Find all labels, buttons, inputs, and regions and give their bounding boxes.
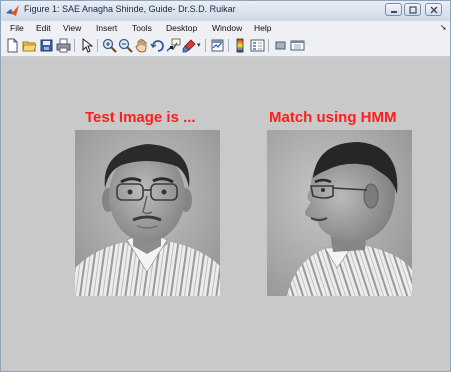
window-title: Figure 1: SAE Anagha Shinde, Guide- Dr.S… xyxy=(24,4,236,14)
close-button[interactable] xyxy=(425,3,442,16)
figure-toolbar: ▾ xyxy=(1,36,450,57)
toolbar-separator xyxy=(74,39,75,52)
new-figure-icon[interactable] xyxy=(5,38,20,53)
menu-desktop[interactable]: Desktop xyxy=(166,23,197,33)
zoom-in-icon[interactable] xyxy=(102,38,117,53)
matlab-logo-icon xyxy=(6,5,19,16)
menu-tools[interactable]: Tools xyxy=(132,23,152,33)
figure-canvas: Test Image is ... Match using HMM xyxy=(1,57,450,371)
menu-help[interactable]: Help xyxy=(254,23,271,33)
close-icon xyxy=(430,6,438,14)
rotate-3d-icon[interactable] xyxy=(150,38,165,53)
edit-plot-arrow-icon[interactable] xyxy=(79,38,94,53)
zoom-out-icon[interactable] xyxy=(118,38,133,53)
figure-window: Figure 1: SAE Anagha Shinde, Guide- Dr.S… xyxy=(0,0,451,372)
toolbar-separator xyxy=(97,39,98,52)
menu-bar: File Edit View Insert Tools Desktop Wind… xyxy=(1,21,450,36)
title-bar[interactable]: Figure 1: SAE Anagha Shinde, Guide- Dr.S… xyxy=(1,1,450,21)
matched-face-image xyxy=(267,130,412,296)
insert-legend-icon[interactable] xyxy=(250,38,265,53)
minimize-icon xyxy=(391,11,397,13)
minimize-button[interactable] xyxy=(385,3,402,16)
data-cursor-icon[interactable] xyxy=(166,38,181,53)
save-figure-icon[interactable] xyxy=(39,38,54,53)
link-plot-icon[interactable] xyxy=(210,38,225,53)
print-figure-icon[interactable] xyxy=(56,38,71,53)
toolbar-separator xyxy=(205,39,206,52)
show-plot-tools-icon[interactable] xyxy=(290,38,305,53)
menu-dock-arrow-icon[interactable]: ➘ xyxy=(440,23,447,32)
hide-plot-tools-icon[interactable] xyxy=(273,38,288,53)
menu-file[interactable]: File xyxy=(10,23,24,33)
maximize-icon xyxy=(409,6,417,14)
maximize-button[interactable] xyxy=(404,3,421,16)
pan-hand-icon[interactable] xyxy=(134,38,149,53)
open-file-icon[interactable] xyxy=(22,38,37,53)
toolbar-separator xyxy=(228,39,229,52)
menu-edit[interactable]: Edit xyxy=(36,23,51,33)
menu-insert[interactable]: Insert xyxy=(96,23,117,33)
brush-icon[interactable] xyxy=(182,38,197,53)
brush-dropdown-icon[interactable]: ▾ xyxy=(197,41,201,49)
menu-window[interactable]: Window xyxy=(212,23,242,33)
insert-colorbar-icon[interactable] xyxy=(233,38,248,53)
match-image-title: Match using HMM xyxy=(269,109,397,126)
toolbar-separator xyxy=(268,39,269,52)
test-image-title: Test Image is ... xyxy=(85,109,196,126)
test-face-image xyxy=(75,130,220,296)
menu-view[interactable]: View xyxy=(63,23,81,33)
